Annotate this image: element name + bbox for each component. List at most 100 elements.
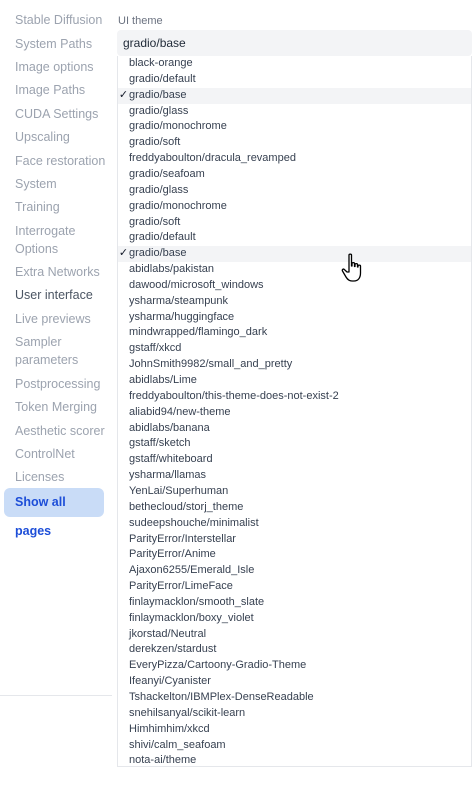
theme-option-label: finlaymacklon/smooth_slate: [129, 595, 265, 608]
theme-option-label: abidlabs/banana: [129, 421, 210, 434]
theme-option-label: YenLai/Superhuman: [129, 484, 229, 497]
theme-option[interactable]: gradio/monochrome: [118, 199, 471, 215]
theme-option[interactable]: Tshackelton/IBMPlex-DenseReadable: [118, 690, 471, 706]
theme-option[interactable]: finlaymacklon/boxy_violet: [118, 611, 471, 627]
sidebar-item-training[interactable]: Training: [15, 198, 60, 216]
theme-option[interactable]: gstaff/xkcd: [118, 341, 471, 357]
theme-option-label: bethecloud/storj_theme: [129, 500, 244, 513]
theme-option-label: dawood/microsoft_windows: [129, 278, 264, 291]
theme-option[interactable]: gradio/soft: [118, 135, 471, 151]
theme-option[interactable]: ParityError/Interstellar: [118, 532, 471, 548]
sidebar-item-system[interactable]: System: [15, 175, 57, 193]
theme-option-label: ParityError/Anime: [129, 548, 216, 561]
theme-option[interactable]: ysharma/steampunk: [118, 294, 471, 310]
theme-option-label: gstaff/xkcd: [129, 342, 182, 355]
theme-option-label: mindwrapped/flamingo_dark: [129, 326, 268, 339]
theme-option[interactable]: gradio/seafoam: [118, 167, 471, 183]
sidebar-item-aesthetic-scorer[interactable]: Aesthetic scorer: [15, 422, 105, 440]
theme-option-label: EveryPizza/Cartoony-Gradio-Theme: [129, 659, 307, 672]
sidebar-item-user-interface[interactable]: User interface: [15, 286, 93, 304]
theme-option[interactable]: black-orange: [118, 56, 471, 72]
theme-option-label: ParityError/LimeFace: [129, 580, 233, 593]
theme-option-label: Tshackelton/IBMPlex-DenseReadable: [129, 691, 314, 703]
theme-option[interactable]: EveryPizza/Cartoony-Gradio-Theme: [118, 658, 471, 674]
hand-pointer-icon: [341, 253, 362, 282]
theme-option[interactable]: freddyaboulton/this-theme-does-not-exist…: [118, 389, 471, 405]
theme-option[interactable]: freddyaboulton/dracula_revamped: [118, 151, 471, 167]
theme-option[interactable]: sudeepshouche/minimalist: [118, 516, 471, 532]
theme-option[interactable]: gradio/default: [118, 72, 471, 88]
theme-option[interactable]: abidlabs/pakistan: [118, 262, 471, 278]
sidebar-item-extra-networks[interactable]: Extra Networks: [15, 263, 100, 281]
theme-option-label: gradio/soft: [129, 136, 181, 149]
sidebar-item-token-merging[interactable]: Token Merging: [15, 398, 97, 416]
theme-option-label: freddyaboulton/dracula_revamped: [129, 152, 296, 165]
theme-option[interactable]: ParityError/LimeFace: [118, 579, 471, 595]
theme-option-label: abidlabs/Lime: [129, 374, 197, 386]
sidebar-item-live-previews[interactable]: Live previews: [15, 310, 91, 328]
sidebar-item-licenses[interactable]: Licenses: [15, 468, 64, 486]
theme-option[interactable]: derekzen/stardust: [118, 642, 471, 658]
theme-option[interactable]: Ajaxon6255/Emerald_Isle: [118, 563, 471, 579]
theme-option[interactable]: abidlabs/Lime: [118, 373, 471, 389]
checkmark-icon: ✓: [118, 88, 129, 101]
theme-option[interactable]: jkorstad/Neutral: [118, 627, 471, 643]
theme-option-label: nota-ai/theme: [129, 754, 197, 767]
sidebar-item-image-paths[interactable]: Image Paths: [15, 81, 85, 99]
theme-option-label: Ifeanyi/Cyanister: [129, 675, 211, 688]
theme-option[interactable]: gradio/monochrome: [118, 119, 471, 135]
theme-option[interactable]: JohnSmith9982/small_and_pretty: [118, 357, 471, 373]
theme-option-label: gstaff/sketch: [129, 437, 191, 450]
sidebar-item-face-restoration[interactable]: Face restoration: [15, 152, 105, 170]
sidebar-item-interrogate-options[interactable]: Interrogate Options: [15, 222, 105, 258]
theme-option-label: JohnSmith9982/small_and_pretty: [129, 358, 293, 371]
sidebar-item-stable-diffusion[interactable]: Stable Diffusion: [15, 11, 102, 29]
theme-option[interactable]: gstaff/whiteboard: [118, 452, 471, 468]
ui-theme-select[interactable]: gradio/base: [117, 30, 472, 56]
theme-option[interactable]: gradio/glass: [118, 183, 471, 199]
theme-option-label: black-orange: [129, 57, 193, 69]
theme-option[interactable]: dawood/microsoft_windows: [118, 278, 471, 294]
sidebar-item-cuda-settings[interactable]: CUDA Settings: [15, 105, 98, 123]
ui-theme-label: UI theme: [118, 15, 163, 27]
theme-option-label: derekzen/stardust: [129, 643, 217, 656]
theme-option-label: snehilsanyal/scikit-learn: [129, 706, 246, 719]
theme-option[interactable]: finlaymacklon/smooth_slate: [118, 595, 471, 611]
theme-option-label: abidlabs/pakistan: [129, 263, 215, 276]
sidebar-item-controlnet[interactable]: ControlNet: [15, 445, 75, 463]
sidebar-item-image-options[interactable]: Image options: [15, 58, 94, 76]
theme-option[interactable]: gstaff/sketch: [118, 436, 471, 452]
theme-option-label: ysharma/steampunk: [129, 294, 229, 307]
theme-option-label: ysharma/llamas: [129, 469, 207, 482]
theme-option[interactable]: ysharma/llamas: [118, 468, 471, 484]
theme-option[interactable]: aliabid94/new-theme: [118, 405, 471, 421]
sidebar-item-system-paths[interactable]: System Paths: [15, 35, 92, 53]
theme-option-label: Ajaxon6255/Emerald_Isle: [129, 564, 255, 577]
theme-option[interactable]: gradio/default: [118, 230, 471, 246]
theme-option-label: gradio/default: [129, 231, 196, 244]
theme-option[interactable]: gradio/glass: [118, 104, 471, 120]
theme-option[interactable]: YenLai/Superhuman: [118, 484, 471, 500]
theme-option[interactable]: ysharma/huggingface: [118, 310, 471, 326]
ui-theme-dropdown-list: black-orange gradio/default ✓ gradio/base gr…: [117, 56, 472, 767]
theme-option-label: shivi/calm_seafoam: [129, 738, 226, 751]
sidebar-item-sampler-parameters[interactable]: Sampler parameters: [15, 333, 105, 369]
show-all-pages-button[interactable]: Show all pages: [4, 488, 104, 538]
theme-option[interactable]: bethecloud/storj_theme: [118, 500, 471, 516]
sidebar-item-upscaling[interactable]: Upscaling: [15, 128, 70, 146]
theme-option[interactable]: nota-ai/theme: [118, 753, 471, 769]
theme-option[interactable]: abidlabs/banana: [118, 421, 471, 437]
sidebar-item-postprocessing[interactable]: Postprocessing: [15, 375, 100, 393]
theme-option[interactable]: gradio/soft: [118, 215, 471, 231]
theme-option[interactable]: ✓ gradio/base: [118, 246, 471, 263]
theme-option-label: gradio/monochrome: [129, 199, 227, 212]
theme-option[interactable]: Himhimhim/xkcd: [118, 722, 471, 738]
theme-option[interactable]: ParityError/Anime: [118, 547, 471, 563]
theme-option[interactable]: snehilsanyal/scikit-learn: [118, 706, 471, 722]
theme-option-label: aliabid94/new-theme: [129, 405, 231, 418]
theme-option[interactable]: shivi/calm_seafoam: [118, 738, 471, 754]
theme-option[interactable]: mindwrapped/flamingo_dark: [118, 325, 471, 341]
theme-option[interactable]: Ifeanyi/Cyanister: [118, 674, 471, 690]
theme-option[interactable]: ✓ gradio/base: [118, 87, 471, 104]
theme-option-label: gradio/base: [129, 247, 187, 260]
